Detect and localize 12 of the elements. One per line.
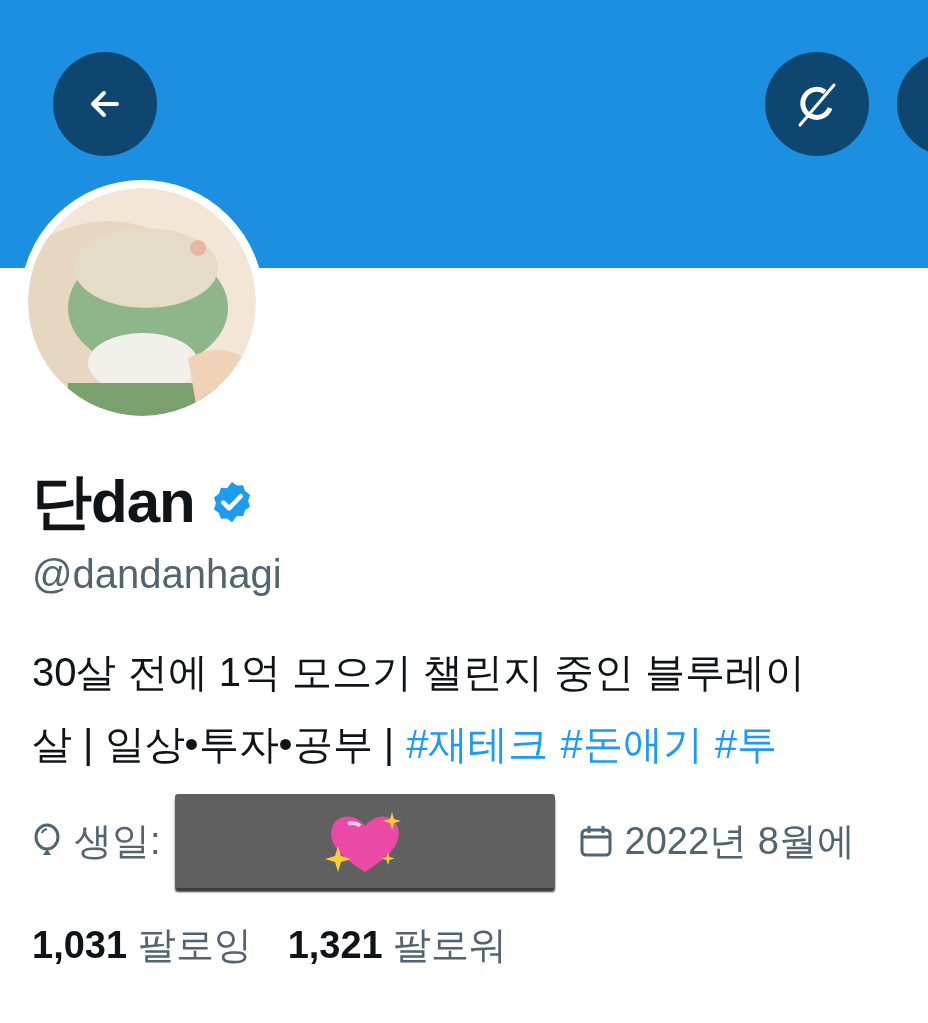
follow-count-link[interactable]: 1,321 팔로워 bbox=[287, 920, 508, 971]
follow-count-link[interactable]: 1,031 팔로잉 bbox=[32, 920, 252, 971]
username: @dandanhagi bbox=[32, 551, 283, 598]
hashtag-link[interactable]: #투 bbox=[714, 708, 777, 780]
birthday-label: 생일: bbox=[74, 818, 161, 864]
hashtag-link[interactable]: #재테크 bbox=[406, 708, 549, 780]
calendar-icon bbox=[578, 824, 613, 858]
display-name: 단dan bbox=[32, 467, 195, 537]
join-date: 2022년 8월에 bbox=[624, 818, 855, 864]
bio-text: 살 | 일상•투자•공부 | bbox=[32, 721, 395, 768]
hashtag-link[interactable]: #돈애기 bbox=[560, 708, 703, 780]
bio-text: 30살 전에 1억 모으기 챌린지 중인 블루레이 bbox=[32, 649, 806, 696]
